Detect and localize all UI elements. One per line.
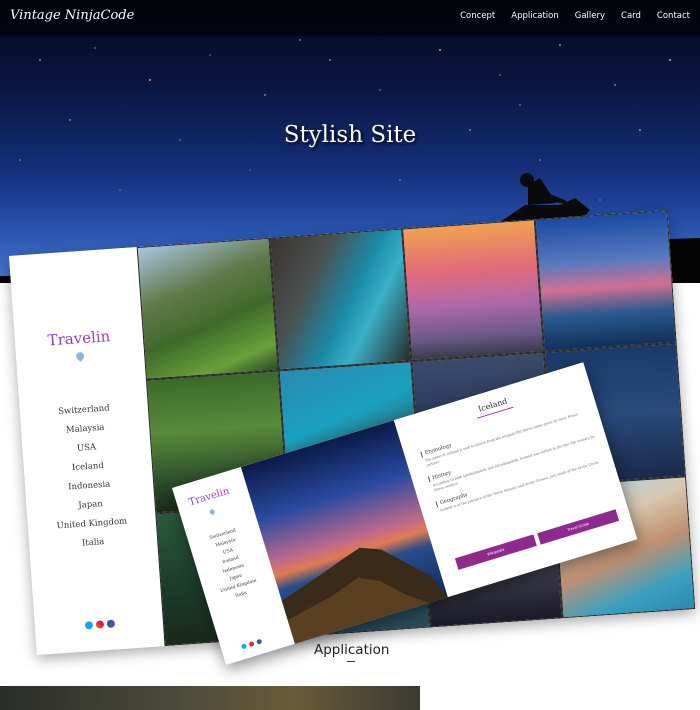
twitter-icon[interactable]	[84, 621, 94, 630]
site-logo[interactable]: Vintage NinjaCode	[10, 8, 134, 23]
social-links	[84, 619, 116, 630]
main-nav: Concept Application Gallery Card Contact	[460, 11, 690, 21]
photo-coast-aerial[interactable]	[269, 228, 412, 371]
nav-concept[interactable]: Concept	[460, 11, 495, 21]
mockup-small-menu: Switzerland Malaysia USA Iceland Indones…	[194, 522, 271, 608]
nav-card[interactable]: Card	[621, 11, 641, 21]
mockup-country-menu: Switzerland Malaysia USA Iceland Indones…	[19, 397, 157, 558]
nav-contact[interactable]: Contact	[657, 11, 690, 21]
facebook-icon[interactable]	[106, 619, 116, 629]
photo-mountains[interactable]	[136, 237, 279, 381]
mockup-small-brand: Travelin	[187, 485, 231, 509]
nav-gallery[interactable]: Gallery	[575, 11, 605, 21]
photo-cliff-lake[interactable]	[534, 209, 677, 353]
location-pin-icon-small	[208, 508, 216, 516]
mockup-brand: Travelin	[14, 325, 143, 352]
hero-title: Stylish Site	[283, 122, 417, 148]
social-links-small	[240, 638, 263, 650]
next-section-photo	[0, 686, 420, 710]
location-pin-icon	[74, 350, 86, 362]
nav-application[interactable]: Application	[511, 11, 559, 21]
top-navigation-bar: Vintage NinjaCode Concept Application Ga…	[0, 0, 700, 36]
photo-sunset-clouds[interactable]	[402, 219, 545, 362]
caption-underline	[347, 661, 355, 662]
instagram-icon[interactable]	[248, 640, 255, 648]
twitter-icon[interactable]	[240, 643, 248, 650]
instagram-icon[interactable]	[95, 620, 105, 629]
section-caption: Application	[314, 642, 390, 658]
facebook-icon[interactable]	[256, 638, 263, 645]
